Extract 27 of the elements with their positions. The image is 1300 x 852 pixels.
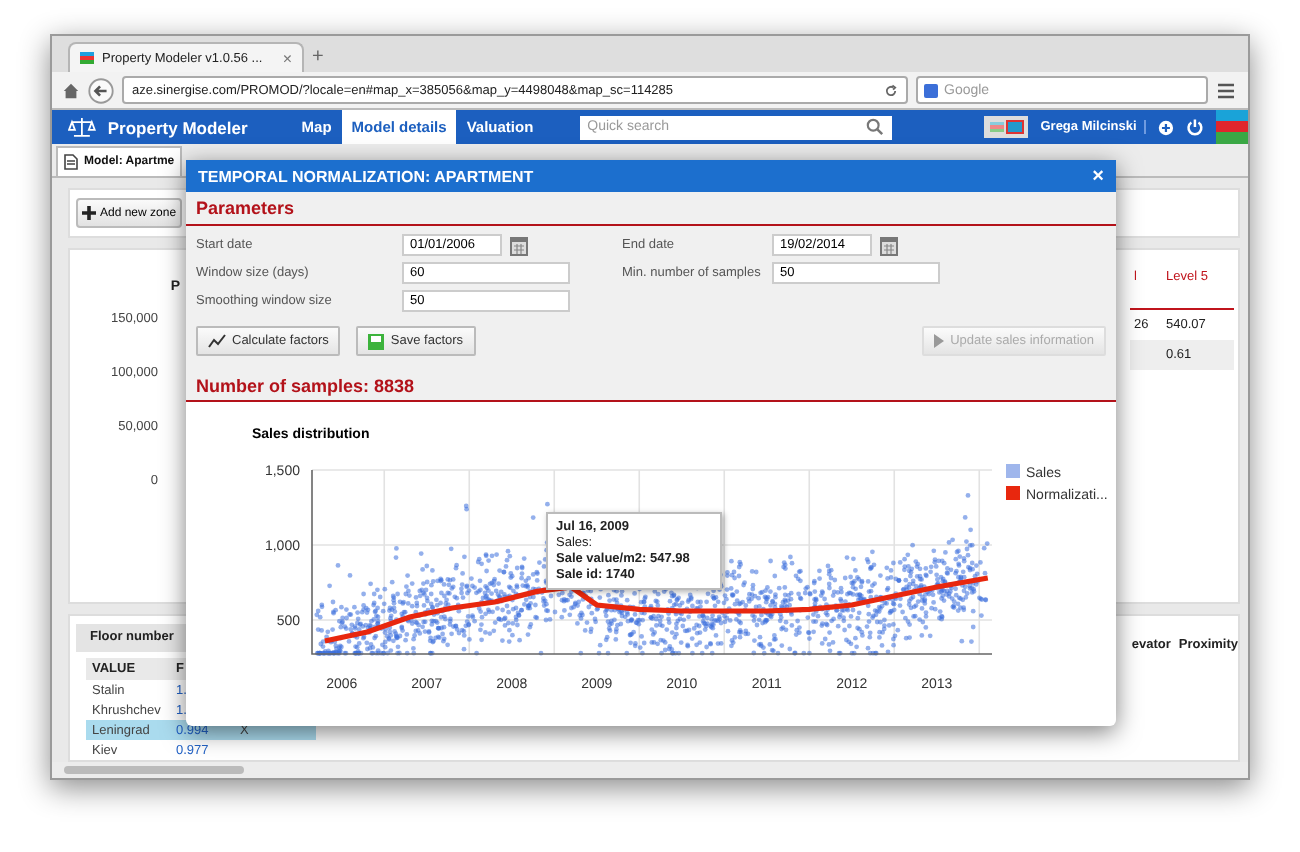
section-heading: Parameters — [186, 192, 1116, 226]
flag-favicon-icon — [80, 52, 94, 65]
scrollbar-thumb[interactable] — [64, 766, 244, 774]
scales-logo-icon — [68, 116, 96, 138]
new-tab-button[interactable]: + — [312, 42, 324, 73]
menu-icon[interactable] — [1216, 81, 1236, 100]
plus-icon — [82, 206, 96, 220]
dialog-title: TEMPORAL NORMALIZATION: APARTMENT — [198, 167, 534, 185]
legend-swatch — [1006, 486, 1020, 500]
play-icon — [934, 334, 945, 348]
calendar-icon[interactable] — [880, 235, 898, 255]
samples-heading: Number of samples: 8838 — [186, 364, 1116, 402]
language-flags-icon[interactable] — [984, 116, 1029, 138]
line-chart-icon — [208, 334, 226, 348]
close-button[interactable]: × — [1092, 165, 1104, 187]
search-icon — [866, 118, 885, 136]
calendar-icon[interactable] — [510, 235, 528, 255]
back-icon[interactable] — [88, 77, 114, 104]
plus-circle-icon[interactable] — [1158, 119, 1175, 135]
app-title: Property Modeler — [107, 117, 248, 137]
power-icon[interactable] — [1186, 118, 1205, 136]
document-icon — [64, 154, 78, 170]
reload-icon[interactable] — [884, 83, 898, 98]
country-flag-icon — [1216, 110, 1248, 144]
home-icon[interactable] — [62, 81, 80, 100]
tab-close-button[interactable]: × — [282, 49, 292, 68]
save-icon — [368, 333, 385, 349]
